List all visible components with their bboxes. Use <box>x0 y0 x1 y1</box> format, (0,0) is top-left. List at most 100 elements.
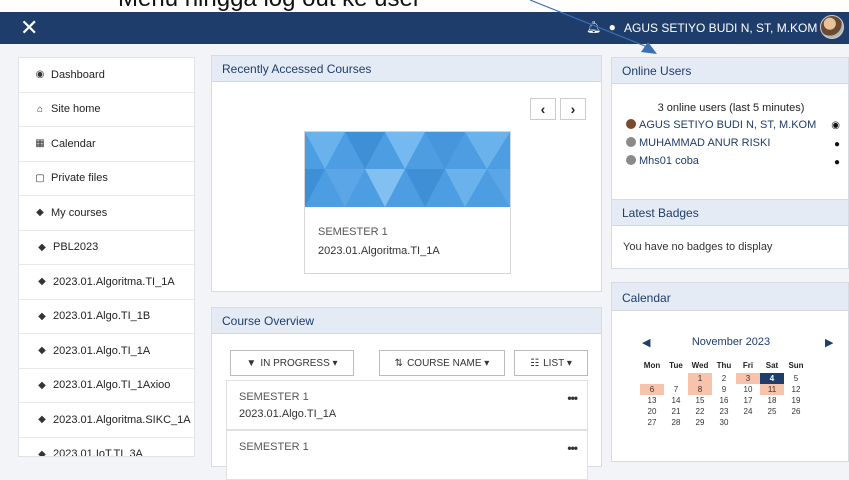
annotation-text: Menu hingga log out ke user <box>118 0 421 12</box>
block-title: Course Overview <box>212 308 601 334</box>
course-pattern <box>305 132 510 207</box>
course-category: SEMESTER 1 <box>318 226 388 238</box>
sidebar-item-dashboard[interactable]: ◉ Dashboard <box>19 58 194 93</box>
close-icon[interactable]: ✕ <box>20 16 38 40</box>
chat-icon[interactable]: ● <box>834 157 840 168</box>
sidebar-item-course[interactable]: ◆ PBL2023 <box>19 231 194 265</box>
more-options-icon[interactable]: ••• <box>567 391 578 405</box>
calendar-day[interactable]: 12 <box>784 384 808 395</box>
graduation-cap-icon: ◆ <box>38 276 46 288</box>
calendar-day[interactable]: 16 <box>712 395 736 406</box>
block-title: Recently Accessed Courses <box>212 56 601 82</box>
calendar-day[interactable]: 17 <box>736 395 760 406</box>
calendar-day <box>640 373 664 384</box>
calendar-weekday: Mon <box>643 361 661 370</box>
calendar-day[interactable]: 25 <box>760 406 784 417</box>
calendar-day[interactable]: 18 <box>760 395 784 406</box>
chat-icon[interactable]: ● <box>609 20 616 34</box>
list-item[interactable]: SEMESTER 1 2023.01.Algo.TI_1A ••• <box>226 380 588 430</box>
sort-dropdown[interactable]: ⇅ COURSE NAME ▾ <box>379 350 505 376</box>
calendar-day[interactable]: 26 <box>784 406 808 417</box>
sidebar-item-course[interactable]: ◆ 2023.01.IoT.TI_3A <box>19 438 194 457</box>
calendar-day[interactable]: 23 <box>712 406 736 417</box>
calendar-day[interactable]: 7 <box>664 384 688 395</box>
sidebar-item-course[interactable]: ◆ 2023.01.Algo.TI_1A <box>19 334 194 369</box>
calendar-day[interactable]: 4 <box>760 373 784 384</box>
online-user-row[interactable]: MUHAMMAD ANUR RISKI <box>626 137 770 149</box>
block-title: Online Users <box>612 58 848 84</box>
calendar-day[interactable]: 15 <box>688 395 712 406</box>
calendar-day[interactable]: 2 <box>712 373 736 384</box>
course-card[interactable]: SEMESTER 1 2023.01.Algoritma.TI_1A <box>304 131 511 274</box>
calendar-grid: Mon Tue Wed Thu Fri Sat Sun 1 2 3 4 5 6 7 8 9 10 11 12 13 14… <box>640 359 808 428</box>
progress-filter-dropdown[interactable]: ▼ IN PROGRESS ▾ <box>230 350 354 376</box>
top-navbar: ✕ 🔔︎ ● AGUS SETIYO BUDI N, ST, M.KOM <box>0 12 849 44</box>
calendar-day[interactable]: 29 <box>688 417 712 428</box>
sidebar-item-course[interactable]: ◆ 2023.01.Algoritma.TI_1A <box>19 265 194 300</box>
chat-icon[interactable]: ● <box>834 139 840 150</box>
course-name[interactable]: 2023.01.Algo.TI_1A <box>239 408 336 420</box>
course-category: SEMESTER 1 <box>239 441 309 453</box>
list-icon: ☷ <box>530 357 540 369</box>
calendar-day[interactable]: 30 <box>712 417 736 428</box>
calendar-day[interactable]: 20 <box>640 406 664 417</box>
calendar-prev-icon[interactable]: ◀ <box>642 336 650 349</box>
block-title: Latest Badges <box>612 200 848 226</box>
calendar-weekday: Sat <box>765 361 779 370</box>
graduation-cap-icon: ◆ <box>38 241 46 253</box>
calendar-day[interactable]: 13 <box>640 395 664 406</box>
more-options-icon[interactable]: ••• <box>567 441 578 455</box>
calendar-weekday: Fri <box>742 361 754 370</box>
bell-icon[interactable]: 🔔︎ <box>586 20 601 34</box>
sidebar-item-site-home[interactable]: ⌂ Site home <box>19 93 194 127</box>
sidebar-item-course[interactable]: ◆ 2023.01.Algoritma.SIKC_1A <box>19 403 194 438</box>
list-item[interactable]: SEMESTER 1 ••• <box>226 430 588 480</box>
block-title: Calendar <box>612 283 848 311</box>
calendar-day[interactable]: 19 <box>784 395 808 406</box>
calendar-day <box>736 417 760 428</box>
course-image[interactable] <box>305 132 510 207</box>
view-dropdown[interactable]: ☷ LIST ▾ <box>514 350 588 376</box>
calendar-next-icon[interactable]: ▶ <box>825 336 833 349</box>
sidebar-item-course[interactable]: ◆ 2023.01.Algo.TI_1Axioo <box>19 369 194 403</box>
course-category: SEMESTER 1 <box>239 391 309 403</box>
online-user-row[interactable]: AGUS SETIYO BUDI N, ST, M.KOM <box>626 119 816 131</box>
calendar-day[interactable]: 24 <box>736 406 760 417</box>
calendar-day[interactable]: 21 <box>664 406 688 417</box>
calendar-day <box>784 417 808 428</box>
calendar-day[interactable]: 14 <box>664 395 688 406</box>
calendar-day[interactable]: 28 <box>664 417 688 428</box>
user-name[interactable]: AGUS SETIYO BUDI N, ST, M.KOM <box>624 21 817 35</box>
calendar-block: Calendar November 2023 ◀ ▶ Mon Tue Wed Thu F… <box>611 282 849 462</box>
calendar-weekday: Wed <box>691 361 709 370</box>
calendar-day[interactable]: 9 <box>712 384 736 395</box>
calendar-day[interactable]: 5 <box>784 373 808 384</box>
prev-button[interactable]: ‹ <box>530 98 556 120</box>
sidebar-item-private-files[interactable]: ▢ Private files <box>19 162 194 196</box>
sidebar-item-course[interactable]: ◆ 2023.01.Algo.TI_1B <box>19 300 194 334</box>
calendar-day <box>760 417 784 428</box>
online-user-row[interactable]: Mhs01 coba <box>626 155 699 167</box>
graduation-cap-icon: ◆ <box>38 448 46 457</box>
calendar-icon: ▦ <box>35 138 45 150</box>
eye-icon[interactable]: ◉ <box>831 120 840 131</box>
calendar-day[interactable]: 11 <box>760 384 784 395</box>
calendar-weekday: Thu <box>716 361 732 370</box>
next-button[interactable]: › <box>560 98 586 120</box>
graduation-cap-icon: ◆ <box>36 207 44 219</box>
home-icon: ⌂ <box>36 103 44 115</box>
calendar-day[interactable]: 3 <box>736 373 760 384</box>
graduation-cap-icon: ◆ <box>38 414 46 426</box>
sidebar-item-my-courses[interactable]: ◆ My courses <box>19 196 194 231</box>
calendar-day[interactable]: 27 <box>640 417 664 428</box>
calendar-day[interactable]: 8 <box>688 384 712 395</box>
course-name[interactable]: 2023.01.Algoritma.TI_1A <box>318 245 440 257</box>
calendar-day[interactable]: 6 <box>640 384 664 395</box>
user-icon <box>626 155 636 165</box>
calendar-day[interactable]: 1 <box>688 373 712 384</box>
online-summary: 3 online users (last 5 minutes) <box>657 102 805 114</box>
calendar-day[interactable]: 10 <box>736 384 760 395</box>
avatar[interactable] <box>820 15 844 39</box>
calendar-day[interactable]: 22 <box>688 406 712 417</box>
sidebar-item-calendar[interactable]: ▦ Calendar <box>19 127 194 162</box>
